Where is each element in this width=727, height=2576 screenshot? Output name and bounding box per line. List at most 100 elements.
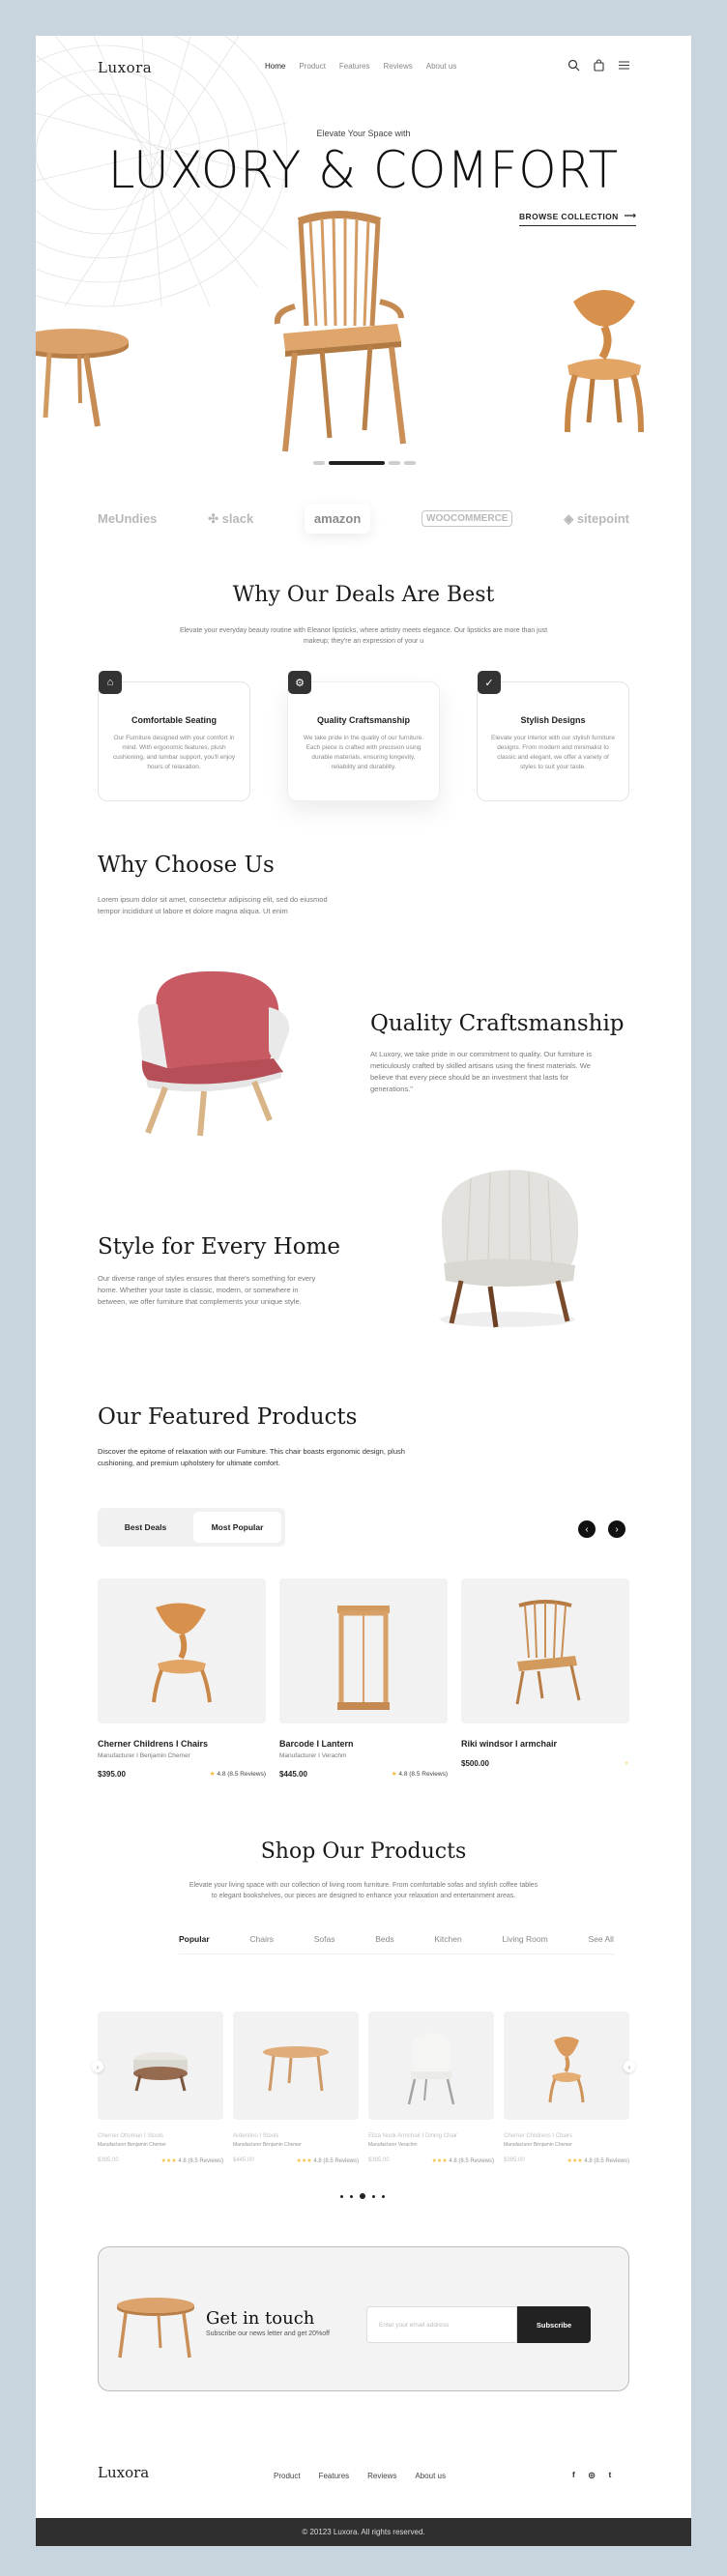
search-icon[interactable] [567,59,580,72]
shop-item-price: $445.00 [233,2157,254,2163]
cherner-chair-image [565,290,644,433]
partner-logo: MeUndies [98,511,158,526]
tab-best-deals[interactable]: Best Deals [102,1512,189,1543]
filter-beds[interactable]: Beds [375,1934,393,1944]
nav-product[interactable]: Product [299,62,326,71]
chevron-left-icon: ‹ [585,1523,589,1535]
browse-collection-button[interactable]: BROWSE COLLECTION ⟶ [519,211,637,226]
shop-item-rating: ★★★ 4.8 (8.5 Reviews) [567,2158,630,2164]
deals-intro: Elevate your everyday beauty routine wit… [179,627,548,645]
nav-icons [567,59,630,72]
deals-title: Why Our Deals Are Best [232,583,495,607]
shop-text: Elevate your living space with our colle… [189,1882,538,1899]
product-image [461,1578,629,1723]
product-card[interactable]: Riki windsor I armchair $500.00 ★ [461,1578,629,1768]
prev-arrow-button[interactable]: ‹ [578,1520,596,1538]
footer-link-about[interactable]: About us [415,2472,446,2480]
carousel-dot-active[interactable] [329,461,385,465]
shop-item-maker: Manufacturer Benjamin Chemer [98,2142,166,2148]
deal-card: ⚙ Quality Craftsmanship We take pride in… [287,671,440,801]
shop-item-card[interactable]: Eliza Nook Armchair I Dining Chair Manuf… [368,2012,494,2164]
stool-image [117,2298,194,2359]
page-dot[interactable] [382,2194,385,2198]
page-dot[interactable] [350,2194,353,2198]
footer-link-features[interactable]: Features [319,2472,350,2480]
filter-sofas[interactable]: Sofas [314,1934,335,1944]
deal-card-title: Comfortable Seating [131,715,217,725]
deal-card-title: Stylish Designs [520,715,586,725]
page-dot[interactable] [372,2194,375,2198]
product-name: Cherner Childrens I Chairs [98,1739,209,1749]
shop-prev-button[interactable]: ‹ [92,2061,103,2072]
filter-chairs[interactable]: Chairs [249,1934,274,1944]
shop-item-card[interactable]: Ardentino I Stools Manufacturer Benjamin… [233,2012,359,2164]
hero-title: LUXORY & COMFORT [107,140,620,200]
product-price: $500.00 [461,1759,489,1768]
main-nav: Home Product Features Reviews About us [265,62,456,71]
newsletter-title: Get in touch [206,2308,315,2329]
tab-most-popular[interactable]: Most Popular [193,1512,281,1543]
bag-icon[interactable] [593,59,605,72]
choose-text: Lorem ipsum dolor sit amet, consectetur … [98,895,328,915]
social-links: f ◎ t [572,2471,611,2479]
filter-see-all[interactable]: See All [588,1934,613,1944]
craft-text: At Luxory, we take pride in our commitme… [370,1050,592,1093]
filter-popular[interactable]: Popular [179,1934,210,1944]
windsor-armchair-image [274,211,406,452]
footer-link-product[interactable]: Product [274,2472,301,2480]
nav-features[interactable]: Features [339,62,370,71]
carousel-dot[interactable] [404,461,416,465]
subscribe-button[interactable]: Subscribe [517,2306,591,2343]
pink-armchair-image [137,970,290,1137]
deal-card-text: Elevate your interior with our stylish f… [491,735,615,770]
product-card[interactable]: Barcode I Lantern Manufacturer I Verachm… [279,1578,448,1779]
menu-icon[interactable] [618,59,630,72]
slack-icon: ✣ [208,510,222,526]
product-rating: ★ [624,1759,629,1768]
check-icon: ✓ [478,671,501,694]
nav-reviews[interactable]: Reviews [384,62,413,71]
shop-item-maker: Manufacturer Benjamin Chemer [233,2142,302,2148]
shop-next-button[interactable]: › [624,2061,635,2072]
facebook-icon[interactable]: f [572,2471,575,2479]
next-arrow-button[interactable]: › [608,1520,625,1538]
page-dot-active[interactable] [360,2193,365,2199]
footer-links: Product Features Reviews About us [274,2472,446,2480]
page: Luxora Home Product Features Reviews Abo… [36,36,691,2546]
stool-image-left [36,329,129,427]
style-text: Our diverse range of styles ensures that… [98,1274,316,1306]
footer-logo[interactable]: Luxora [98,2464,149,2481]
deal-card-text: We take pride in the quality of our furn… [303,735,424,770]
instagram-icon[interactable]: ◎ [589,2471,596,2479]
deal-card-text: Our Furniture designed with your comfort… [112,735,236,770]
product-price: $395.00 [98,1770,126,1779]
carousel-dot[interactable] [389,461,400,465]
product-price: $445.00 [279,1770,307,1779]
nav-home[interactable]: Home [265,62,285,71]
shop-item-card[interactable]: Cherner Childrens I Chairs Manufacturer … [504,2012,629,2164]
chevron-right-icon: › [627,2062,631,2071]
product-maker: Manufacturer I Verachm [279,1752,347,1759]
email-input[interactable]: Enter your email address [366,2306,517,2343]
featured-text: Discover the epitome of relaxation with … [98,1447,405,1467]
page-dot[interactable] [340,2194,343,2198]
product-card[interactable]: Cherner Childrens I Chairs Manufacturer … [98,1578,266,1779]
filter-living-room[interactable]: Living Room [502,1934,547,1944]
twitter-icon[interactable]: t [609,2471,612,2479]
shop-item-price: $395.00 [98,2157,119,2163]
carousel-dot[interactable] [313,461,325,465]
filter-kitchen[interactable]: Kitchen [434,1934,461,1944]
nav-about[interactable]: About us [426,62,457,71]
footer-link-reviews[interactable]: Reviews [367,2472,396,2480]
partner-logo: ✣ slack [208,510,254,526]
product-maker: Manufacturer I Benjamin Chemer [98,1752,190,1759]
shop-pagination-dots [340,2193,385,2199]
partner-logos: MeUndies ✣ slack amazon WOOCOMMERCE ◈ si… [98,504,629,534]
shop-item-maker: Manufacturer Verachm [368,2142,418,2148]
shop-item-name: Cherner Ottoman I Stools [98,2133,164,2139]
shop-item-card[interactable]: Cherner Ottoman I Stools Manufacturer Be… [98,2012,223,2164]
hero-carousel-dots [313,461,416,465]
brand-logo[interactable]: Luxora [98,59,152,76]
hero-subtitle: Elevate Your Space with [316,129,411,138]
chevron-left-icon: ‹ [96,2062,100,2071]
